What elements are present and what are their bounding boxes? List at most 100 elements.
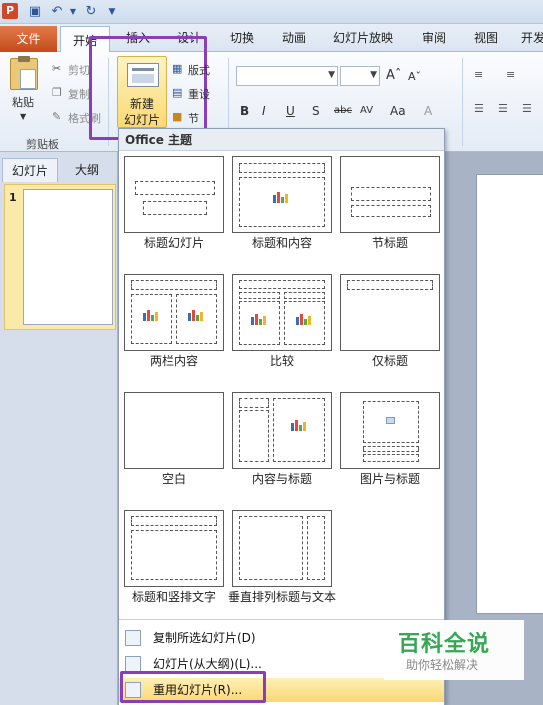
chevron-down-icon: ▼: [328, 70, 335, 80]
new-slide-layout-gallery: Office 主题 标题幻灯片 标题和内容 节标题 两栏内容 比较 仅标题 空白…: [118, 128, 445, 705]
undo-dropdown-icon[interactable]: ▼: [64, 3, 82, 21]
layout-label: 垂直排列标题与文本: [227, 590, 336, 604]
layout-icon[interactable]: ▦: [172, 62, 182, 75]
cut-icon[interactable]: ✂: [52, 62, 61, 75]
layout-label: 空白: [161, 472, 186, 486]
layout-thumbnail: [232, 274, 332, 351]
highlight-box-reuse: [120, 671, 266, 703]
font-color-button[interactable]: A: [424, 104, 432, 118]
tab-developer[interactable]: 开发: [520, 24, 543, 52]
content-placeholder-icon: [186, 309, 206, 323]
font-name-combo[interactable]: ▼: [236, 66, 338, 86]
layout-thumbnail: [124, 274, 224, 351]
customize-toolbar-icon[interactable]: ▼: [103, 3, 121, 21]
watermark: 百科全说 助你轻松解决: [384, 620, 524, 680]
grow-font-icon[interactable]: Aˆ: [386, 68, 401, 83]
layout-thumbnail: [340, 156, 440, 233]
tab-slideshow[interactable]: 幻灯片放映: [330, 24, 396, 52]
format-painter-icon[interactable]: ✎: [52, 110, 61, 123]
align-right-icon[interactable]: ☰: [522, 102, 532, 115]
duplicate-slide-icon: [125, 630, 141, 646]
group-separator: [462, 58, 463, 146]
paste-dropdown-icon[interactable]: ▼: [20, 112, 26, 121]
gallery-header: Office 主题: [119, 129, 444, 151]
picture-placeholder-icon: [386, 417, 395, 424]
layout-thumbnail: [124, 156, 224, 233]
layout-title-and-vertical-text[interactable]: 标题和竖排文字: [124, 510, 224, 622]
tab-file[interactable]: 文件: [0, 26, 57, 52]
change-case-button[interactable]: Aa: [390, 104, 406, 118]
menu-duplicate-label: 复制所选幻灯片(D): [153, 631, 256, 645]
content-placeholder-icon: [289, 419, 309, 433]
font-size-combo[interactable]: ▼: [340, 66, 380, 86]
layout-label: 仅标题: [371, 354, 408, 368]
tab-review[interactable]: 审阅: [418, 24, 450, 52]
clipboard-group-label: 剪贴板: [26, 138, 59, 151]
reset-button[interactable]: 重设: [188, 86, 210, 102]
section-button[interactable]: 节: [188, 110, 199, 126]
layout-section-header[interactable]: 节标题: [340, 156, 440, 268]
section-icon[interactable]: ■: [172, 110, 182, 123]
layout-blank[interactable]: 空白: [124, 392, 224, 504]
redo-icon[interactable]: ↻: [82, 3, 100, 21]
strikethrough-button[interactable]: abc: [334, 105, 352, 116]
powerpoint-logo-icon[interactable]: P: [2, 3, 18, 19]
watermark-subtitle: 助你轻松解决: [406, 658, 479, 672]
layout-title-only[interactable]: 仅标题: [340, 274, 440, 386]
copy-button[interactable]: 复制: [68, 86, 90, 102]
tab-transitions[interactable]: 切换: [226, 24, 258, 52]
layout-label: 比较: [269, 354, 294, 368]
save-icon[interactable]: ▣: [26, 3, 44, 21]
bold-button[interactable]: B: [240, 104, 249, 118]
layout-label: 标题和竖排文字: [131, 590, 216, 604]
layout-comparison[interactable]: 比较: [232, 274, 332, 386]
content-placeholder-icon: [249, 313, 269, 327]
slide-thumbnail: [23, 189, 113, 325]
underline-button[interactable]: U: [286, 104, 295, 118]
character-spacing-button[interactable]: AV: [360, 105, 373, 116]
content-placeholder-icon: [294, 313, 314, 327]
layout-label: 两栏内容: [149, 354, 198, 368]
layout-label: 图片与标题: [359, 472, 420, 486]
layout-thumbnail: [124, 510, 224, 587]
shadow-button[interactable]: S: [312, 104, 320, 118]
layout-thumbnail: [124, 392, 224, 469]
copy-icon[interactable]: ❐: [52, 86, 62, 99]
paste-label[interactable]: 粘贴: [12, 94, 34, 110]
layout-button[interactable]: 版式: [188, 62, 210, 78]
align-left-icon[interactable]: ☰: [474, 102, 484, 115]
layout-thumbnail: [232, 392, 332, 469]
layout-thumbnail: [340, 392, 440, 469]
slides-panel: 幻灯片 大纲 1: [0, 152, 118, 705]
cut-button[interactable]: 剪切: [68, 62, 90, 78]
layout-thumbnail: [340, 274, 440, 351]
quick-access-toolbar: P ▣ ↶ ▼ ↻ ▼: [0, 0, 543, 24]
slide-thumbnail-selected[interactable]: 1: [4, 184, 116, 330]
tab-animations[interactable]: 动画: [278, 24, 310, 52]
layout-picture-with-caption[interactable]: 图片与标题: [340, 392, 440, 504]
italic-button[interactable]: I: [262, 104, 266, 118]
slide-page[interactable]: [476, 174, 543, 614]
align-center-icon[interactable]: ☰: [498, 102, 508, 115]
menu-outline-label: 幻灯片(从大纲)(L)...: [153, 657, 262, 671]
numbering-icon[interactable]: ≡: [506, 68, 515, 81]
bullets-icon[interactable]: ≡: [474, 68, 483, 81]
paste-icon[interactable]: [10, 56, 38, 90]
tab-slides[interactable]: 幻灯片: [2, 158, 58, 182]
shrink-font-icon[interactable]: Aˇ: [408, 70, 421, 83]
watermark-title: 百科全说: [398, 632, 491, 657]
ribbon-tab-row: 文件 开始 插入 设计 切换 动画 幻灯片放映 审阅 视图 开发: [0, 24, 543, 53]
outline-icon: [125, 656, 141, 672]
layout-vertical-title-and-text[interactable]: 垂直排列标题与文本: [228, 510, 336, 622]
content-placeholder-icon: [141, 309, 161, 323]
tab-outline[interactable]: 大纲: [62, 158, 112, 182]
layout-two-content[interactable]: 两栏内容: [124, 274, 224, 386]
layout-title-and-content[interactable]: 标题和内容: [232, 156, 332, 268]
slide-number: 1: [9, 191, 17, 204]
layout-content-with-caption[interactable]: 内容与标题: [232, 392, 332, 504]
layout-title-slide[interactable]: 标题幻灯片: [124, 156, 224, 268]
layout-label: 标题和内容: [251, 236, 312, 250]
layout-thumbnail: [232, 510, 332, 587]
tab-view[interactable]: 视图: [470, 24, 502, 52]
reset-icon[interactable]: ▤: [172, 86, 182, 99]
